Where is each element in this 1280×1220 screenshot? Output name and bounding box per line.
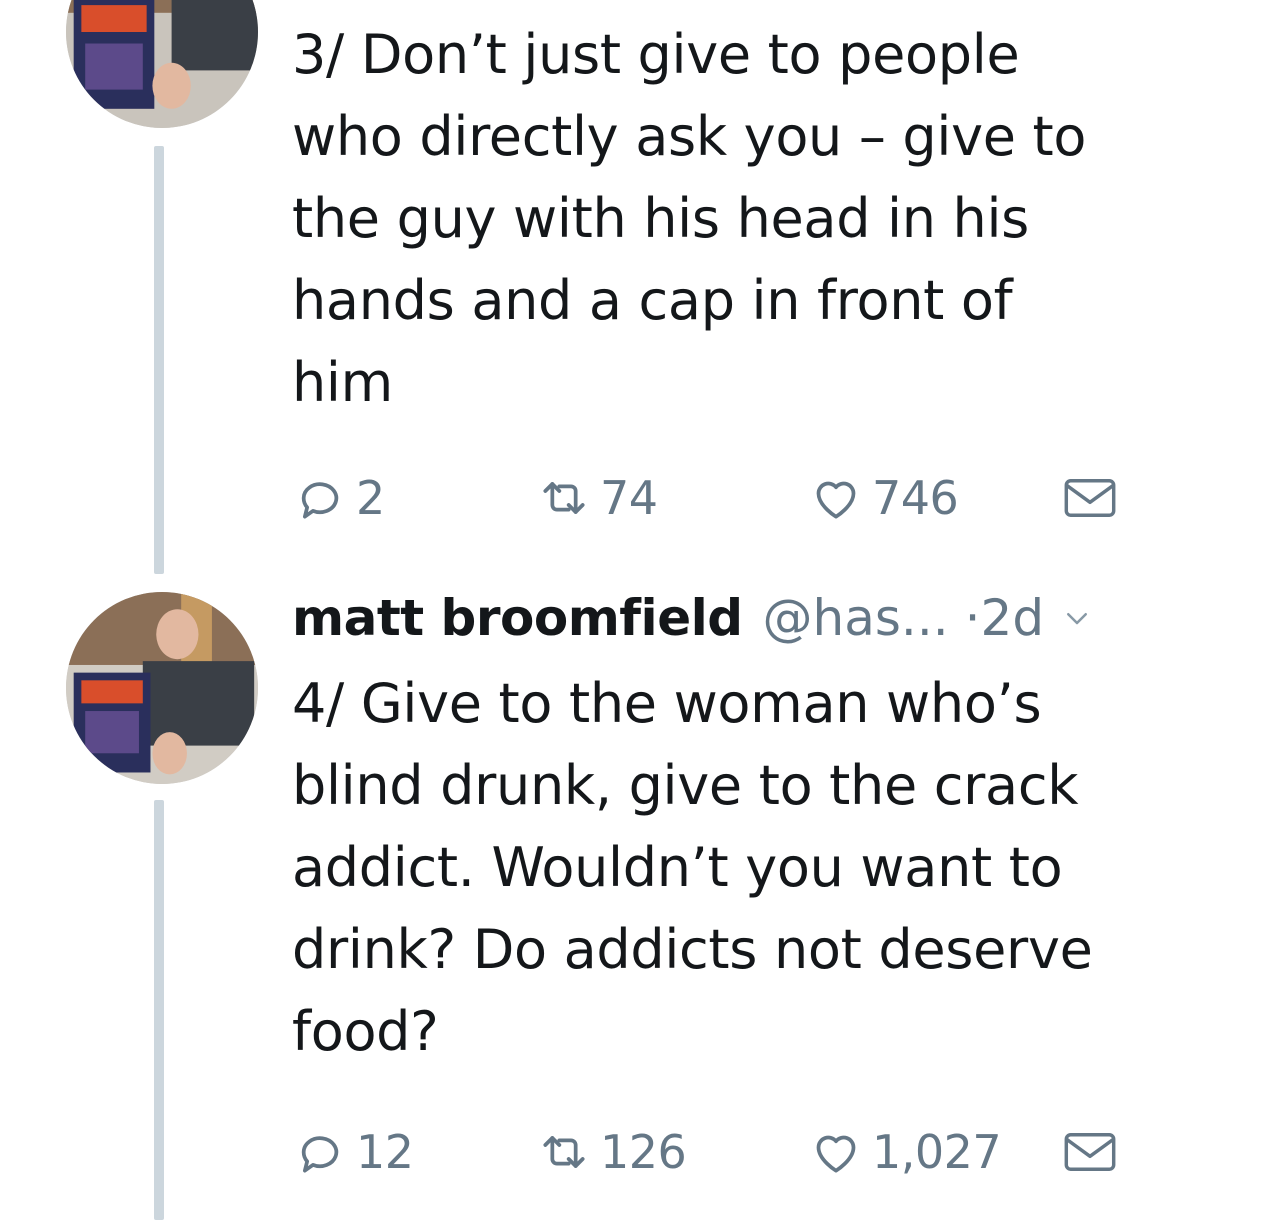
like-button[interactable]: 1,027 (808, 1122, 1002, 1182)
reply-button[interactable]: 12 (292, 1122, 414, 1182)
direct-message-icon (1064, 479, 1116, 517)
avatar[interactable] (66, 592, 258, 784)
reply-count: 2 (356, 471, 385, 525)
like-count: 1,027 (872, 1125, 1002, 1179)
retweet-count: 126 (600, 1125, 687, 1179)
retweet-icon (543, 482, 585, 514)
author-handle[interactable]: @has... (763, 589, 949, 647)
direct-message-icon (1064, 1133, 1116, 1171)
tweet-actions: 2 74 746 (292, 468, 1192, 528)
like-icon (816, 1135, 856, 1173)
like-icon (816, 481, 856, 519)
direct-message-button[interactable] (1062, 468, 1118, 528)
direct-message-button[interactable] (1062, 1122, 1118, 1182)
author-name[interactable]: matt broomfield (292, 589, 743, 647)
retweet-icon (543, 1136, 585, 1168)
like-button[interactable]: 746 (808, 468, 959, 528)
tweet-timestamp[interactable]: ·2d (965, 589, 1044, 647)
reply-icon (301, 482, 339, 519)
thread-line (154, 146, 164, 574)
retweet-count: 74 (600, 471, 658, 525)
like-count: 746 (872, 471, 959, 525)
chevron-down-icon[interactable] (1062, 603, 1092, 633)
reply-icon (301, 1136, 339, 1173)
retweet-button[interactable]: 74 (536, 468, 658, 528)
thread-line (154, 800, 164, 1220)
tweet-header: matt broomfield @has... ·2d (292, 583, 1252, 653)
tweet-text: 3/ Don’t just give to people who directl… (292, 23, 1087, 414)
reply-count: 12 (356, 1125, 414, 1179)
retweet-button[interactable]: 126 (536, 1122, 687, 1182)
reply-button[interactable]: 2 (292, 468, 385, 528)
avatar[interactable] (66, 0, 258, 128)
tweet-text: 4/ Give to the woman who’s blind drunk, … (292, 672, 1093, 1063)
tweet-actions: 12 126 1,027 (292, 1122, 1192, 1182)
